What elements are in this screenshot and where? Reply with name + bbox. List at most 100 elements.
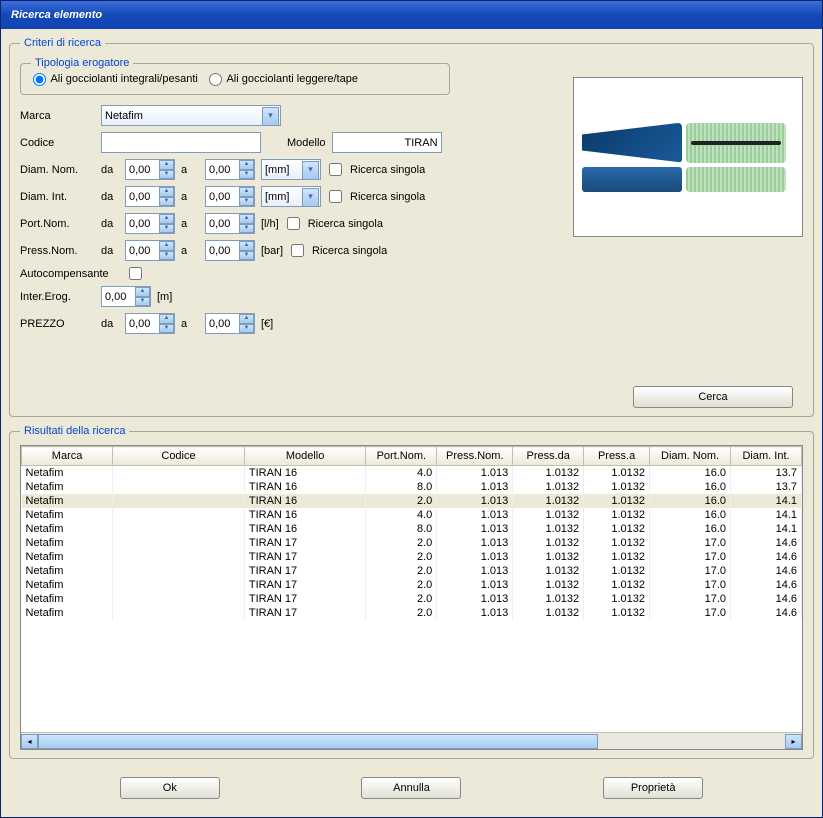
col-press-a[interactable]: Press.a bbox=[584, 447, 650, 466]
table-row[interactable]: NetafimTIRAN 172.01.0131.01321.013217.01… bbox=[22, 578, 802, 592]
table-row[interactable]: NetafimTIRAN 162.01.0131.01321.013216.01… bbox=[22, 494, 802, 508]
diam-int-da-spinner[interactable]: ▲▼ bbox=[125, 186, 175, 207]
table-cell: 8.0 bbox=[366, 480, 437, 494]
preview-panel: Cerca bbox=[573, 57, 803, 408]
table-cell: 14.6 bbox=[731, 592, 802, 606]
table-cell: 1.0132 bbox=[584, 550, 650, 564]
table-row[interactable]: NetafimTIRAN 164.01.0131.01321.013216.01… bbox=[22, 508, 802, 522]
table-cell: 1.0132 bbox=[584, 494, 650, 508]
table-cell: 16.0 bbox=[650, 522, 731, 536]
scroll-thumb[interactable] bbox=[38, 734, 598, 749]
port-nom-label: Port.Nom. bbox=[20, 218, 95, 230]
table-cell: 1.0132 bbox=[584, 480, 650, 494]
port-nom-da-spinner[interactable]: ▲▼ bbox=[125, 213, 175, 234]
table-cell: 1.013 bbox=[437, 522, 513, 536]
diam-int-unit-combo[interactable]: [mm] bbox=[261, 186, 321, 207]
table-row[interactable]: NetafimTIRAN 168.01.0131.01321.013216.01… bbox=[22, 522, 802, 536]
prezzo-a-spinner[interactable]: ▲▼ bbox=[205, 313, 255, 334]
codice-input[interactable] bbox=[101, 132, 261, 153]
table-cell: 1.0132 bbox=[584, 564, 650, 578]
table-cell bbox=[113, 466, 245, 481]
dialog-content: Criteri di ricerca Tipologia erogatore A… bbox=[1, 29, 822, 817]
table-cell: 13.7 bbox=[731, 480, 802, 494]
port-nom-single-check[interactable] bbox=[287, 217, 300, 230]
product-image-icon bbox=[582, 123, 682, 163]
press-nom-a-spinner[interactable]: ▲▼ bbox=[205, 240, 255, 261]
radio-leggere-label[interactable]: Ali gocciolanti leggere/tape bbox=[207, 73, 358, 85]
scroll-right-icon[interactable]: ▸ bbox=[785, 734, 802, 749]
table-cell: 14.6 bbox=[731, 606, 802, 620]
col-diam-nom[interactable]: Diam. Nom. bbox=[650, 447, 731, 466]
table-cell: 1.0132 bbox=[513, 494, 584, 508]
radio-leggere[interactable] bbox=[209, 73, 222, 86]
diam-nom-unit-combo[interactable]: [mm] bbox=[261, 159, 321, 180]
table-cell: 17.0 bbox=[650, 606, 731, 620]
col-press-nom[interactable]: Press.Nom. bbox=[437, 447, 513, 466]
modello-input[interactable] bbox=[332, 132, 442, 153]
table-cell bbox=[113, 536, 245, 550]
table-cell: 14.1 bbox=[731, 508, 802, 522]
press-nom-single-check[interactable] bbox=[291, 244, 304, 257]
press-nom-da-spinner[interactable]: ▲▼ bbox=[125, 240, 175, 261]
port-nom-a-spinner[interactable]: ▲▼ bbox=[205, 213, 255, 234]
table-row[interactable]: NetafimTIRAN 172.01.0131.01321.013217.01… bbox=[22, 606, 802, 620]
results-scroll[interactable]: Marca Codice Modello Port.Nom. Press.Nom… bbox=[21, 446, 802, 732]
table-row[interactable]: NetafimTIRAN 172.01.0131.01321.013217.01… bbox=[22, 592, 802, 606]
col-marca[interactable]: Marca bbox=[22, 447, 113, 466]
table-row[interactable]: NetafimTIRAN 164.01.0131.01321.013216.01… bbox=[22, 466, 802, 481]
table-cell bbox=[113, 564, 245, 578]
col-press-da[interactable]: Press.da bbox=[513, 447, 584, 466]
scroll-left-icon[interactable]: ◂ bbox=[21, 734, 38, 749]
diam-nom-da-spinner[interactable]: ▲▼ bbox=[125, 159, 175, 180]
diam-int-a-spinner[interactable]: ▲▼ bbox=[205, 186, 255, 207]
spin-up-icon[interactable]: ▲ bbox=[159, 160, 174, 170]
cerca-button[interactable]: Cerca bbox=[633, 386, 793, 408]
table-cell: 2.0 bbox=[366, 592, 437, 606]
prezzo-da-spinner[interactable]: ▲▼ bbox=[125, 313, 175, 334]
table-cell bbox=[113, 508, 245, 522]
tipologia-fieldset: Tipologia erogatore Ali gocciolanti inte… bbox=[20, 57, 450, 95]
table-cell: 1.0132 bbox=[513, 564, 584, 578]
table-cell: 1.0132 bbox=[584, 578, 650, 592]
table-row[interactable]: NetafimTIRAN 172.01.0131.01321.013217.01… bbox=[22, 536, 802, 550]
col-modello[interactable]: Modello bbox=[244, 447, 366, 466]
col-port-nom[interactable]: Port.Nom. bbox=[366, 447, 437, 466]
table-cell: 13.7 bbox=[731, 466, 802, 481]
table-cell: Netafim bbox=[22, 564, 113, 578]
ok-button[interactable]: Ok bbox=[120, 777, 220, 799]
table-cell: TIRAN 17 bbox=[244, 606, 366, 620]
radio-integrali-label[interactable]: Ali gocciolanti integrali/pesanti bbox=[31, 73, 201, 85]
diam-nom-single-check[interactable] bbox=[329, 163, 342, 176]
table-cell: 16.0 bbox=[650, 480, 731, 494]
table-row[interactable]: NetafimTIRAN 172.01.0131.01321.013217.01… bbox=[22, 564, 802, 578]
col-codice[interactable]: Codice bbox=[113, 447, 245, 466]
diam-int-single-check[interactable] bbox=[329, 190, 342, 203]
scroll-track[interactable] bbox=[38, 734, 785, 749]
autocomp-check[interactable] bbox=[129, 267, 142, 280]
diam-nom-a-spinner[interactable]: ▲▼ bbox=[205, 159, 255, 180]
table-cell: 1.0132 bbox=[513, 550, 584, 564]
annulla-button[interactable]: Annulla bbox=[361, 777, 461, 799]
table-cell: 2.0 bbox=[366, 536, 437, 550]
table-cell: 1.0132 bbox=[513, 592, 584, 606]
table-cell: Netafim bbox=[22, 494, 113, 508]
table-cell bbox=[113, 592, 245, 606]
spin-down-icon[interactable]: ▼ bbox=[159, 170, 174, 180]
table-cell: Netafim bbox=[22, 522, 113, 536]
criteria-fieldset: Criteri di ricerca Tipologia erogatore A… bbox=[9, 37, 814, 417]
table-row[interactable]: NetafimTIRAN 172.01.0131.01321.013217.01… bbox=[22, 550, 802, 564]
horizontal-scrollbar[interactable]: ◂ ▸ bbox=[21, 732, 802, 749]
col-diam-int[interactable]: Diam. Int. bbox=[731, 447, 802, 466]
table-cell: 14.6 bbox=[731, 536, 802, 550]
diam-int-label: Diam. Int. bbox=[20, 191, 95, 203]
table-cell: 17.0 bbox=[650, 578, 731, 592]
radio-integrali[interactable] bbox=[33, 73, 46, 86]
inter-erog-spinner[interactable]: ▲▼ bbox=[101, 286, 151, 307]
table-cell: 4.0 bbox=[366, 508, 437, 522]
marca-select[interactable]: Netafim bbox=[101, 105, 281, 126]
codice-label: Codice bbox=[20, 137, 95, 149]
table-row[interactable]: NetafimTIRAN 168.01.0131.01321.013216.01… bbox=[22, 480, 802, 494]
table-cell: Netafim bbox=[22, 508, 113, 522]
marca-combo[interactable]: Netafim bbox=[101, 105, 281, 126]
proprieta-button[interactable]: Proprietà bbox=[603, 777, 703, 799]
